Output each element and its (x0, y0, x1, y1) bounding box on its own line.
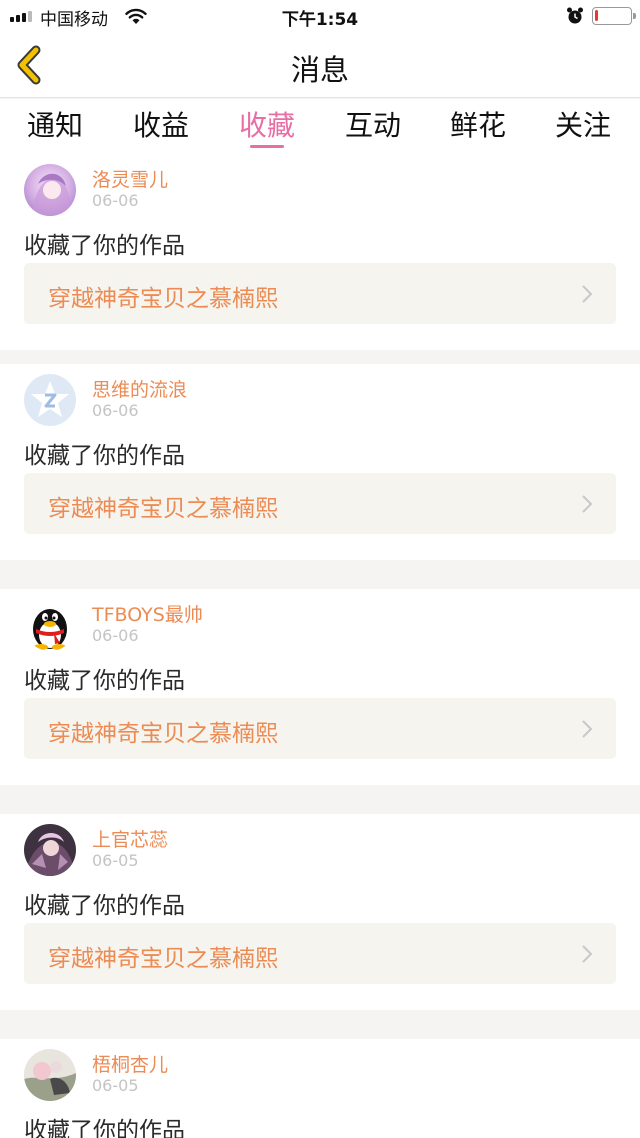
avatar[interactable] (24, 164, 76, 216)
tab-bar: 通知 收益 收藏 互动 鲜花 关注 (0, 99, 640, 154)
work-link[interactable]: 穿越神奇宝贝之慕楠熙 (24, 473, 616, 534)
user-name[interactable]: 洛灵雪儿 (92, 165, 168, 192)
user-name[interactable]: TFBOYS最帅 (92, 600, 203, 627)
tab-favorites[interactable]: 收藏 (222, 104, 312, 144)
clock-time: 下午1:54 (281, 10, 359, 30)
message-date: 06-06 (92, 626, 139, 645)
tab-following[interactable]: 关注 (538, 104, 628, 144)
avatar[interactable] (24, 599, 76, 651)
message-date: 06-06 (92, 191, 139, 210)
chevron-right-icon (582, 495, 593, 513)
battery-level (595, 10, 598, 21)
work-link[interactable]: 穿越神奇宝贝之慕楠熙 (24, 263, 616, 324)
page-title: 消息 (290, 53, 349, 87)
avatar[interactable] (24, 374, 76, 426)
work-title: 穿越神奇宝贝之慕楠熙 (48, 496, 278, 522)
work-link[interactable]: 穿越神奇宝贝之慕楠熙 (24, 698, 616, 759)
message-text: 收藏了你的作品 (24, 893, 185, 919)
tab-earnings[interactable]: 收益 (116, 104, 206, 144)
user-name[interactable]: 思维的流浪 (92, 375, 187, 402)
message-card: 洛灵雪儿 06-06 收藏了你的作品 穿越神奇宝贝之慕楠熙 (0, 154, 640, 350)
navigation-bar: 消息 (0, 32, 640, 98)
message-text: 收藏了你的作品 (24, 668, 185, 694)
work-title: 穿越神奇宝贝之慕楠熙 (48, 286, 278, 312)
alarm-clock-icon (567, 7, 583, 24)
message-card: 上官芯蕊 06-05 收藏了你的作品 穿越神奇宝贝之慕楠熙 (0, 814, 640, 1010)
chevron-right-icon (582, 720, 593, 738)
message-text: 收藏了你的作品 (24, 443, 185, 469)
message-card: TFBOYS最帅 06-06 收藏了你的作品 穿越神奇宝贝之慕楠熙 (0, 589, 640, 785)
tab-notifications[interactable]: 通知 (10, 104, 100, 144)
battery-low-icon (592, 7, 636, 25)
message-date: 06-05 (92, 851, 139, 870)
message-text: 收藏了你的作品 (24, 1118, 185, 1138)
user-name[interactable]: 梧桐杏儿 (92, 1050, 168, 1077)
tab-interactions[interactable]: 互动 (328, 104, 418, 144)
chevron-right-icon (582, 285, 593, 303)
work-title: 穿越神奇宝贝之慕楠熙 (48, 721, 278, 747)
message-card: 思维的流浪 06-06 收藏了你的作品 穿越神奇宝贝之慕楠熙 (0, 364, 640, 560)
avatar[interactable] (24, 824, 76, 876)
status-bar: 中国移动 下午1:54 (0, 0, 640, 32)
avatar[interactable] (24, 1049, 76, 1101)
chevron-right-icon (582, 945, 593, 963)
work-title: 穿越神奇宝贝之慕楠熙 (48, 946, 278, 972)
user-name[interactable]: 上官芯蕊 (92, 825, 168, 852)
active-tab-indicator (250, 145, 284, 148)
tab-flowers[interactable]: 鲜花 (433, 104, 523, 144)
message-text: 收藏了你的作品 (24, 233, 185, 259)
work-link[interactable]: 穿越神奇宝贝之慕楠熙 (24, 923, 616, 984)
message-date: 06-05 (92, 1076, 139, 1095)
message-date: 06-06 (92, 401, 139, 420)
message-card: 梧桐杏儿 06-05 收藏了你的作品 (0, 1039, 640, 1138)
